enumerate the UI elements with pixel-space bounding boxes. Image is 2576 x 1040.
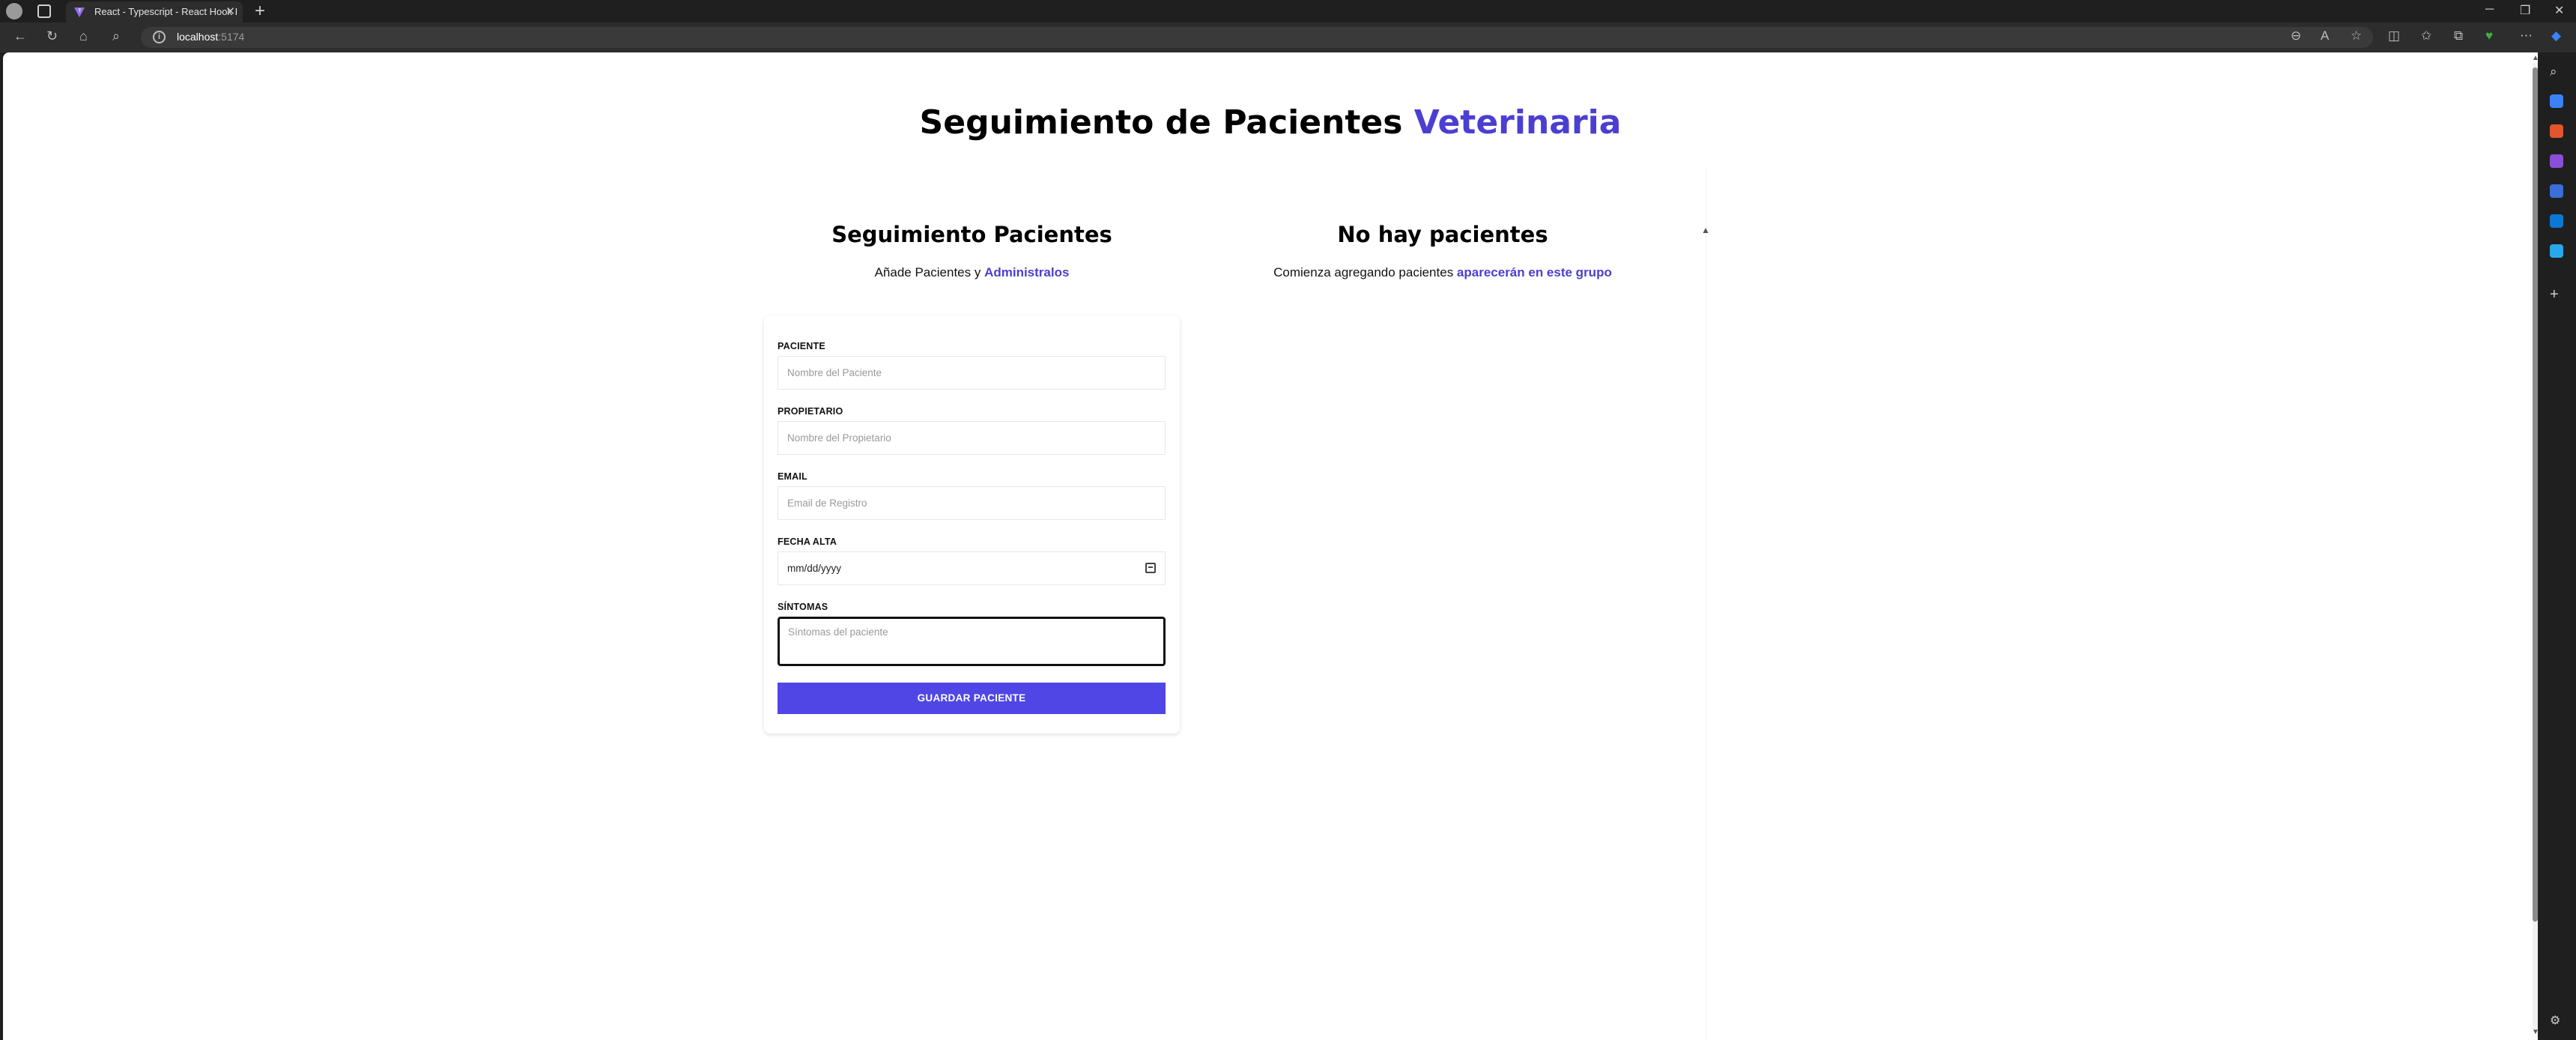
date-label: FECHA ALTA	[778, 536, 837, 547]
owner-placeholder: Nombre del Propietario	[787, 432, 891, 444]
scroll-up-icon[interactable]: ▲	[2532, 54, 2539, 62]
email-placeholder: Email de Registro	[787, 498, 867, 509]
url-text: localhost:5174	[177, 31, 244, 43]
extension-icon[interactable]: ♥	[2485, 28, 2493, 43]
address-bar[interactable]: i localhost:5174	[141, 27, 2373, 48]
back-icon[interactable]: ←	[13, 28, 27, 44]
browser-toolbar: ← ↻ ⌂ ⌕ i localhost:5174 ⊖ A ☆ ◫ ✩ ⧉ ♥ ⋯…	[0, 22, 2576, 52]
url-port: :5174	[218, 31, 245, 43]
save-patient-button[interactable]: GUARDAR PACIENTE	[778, 683, 1166, 714]
symptoms-textarea[interactable]: Síntomas del paciente	[778, 617, 1166, 666]
reload-icon[interactable]: ↻	[46, 28, 58, 44]
read-aloud-icon[interactable]: A	[2321, 28, 2329, 43]
patient-form: PACIENTE Nombre del Paciente PROPIETARIO…	[764, 315, 1180, 734]
owner-input[interactable]: Nombre del Propietario	[778, 421, 1166, 455]
home-icon[interactable]: ⌂	[79, 28, 88, 44]
browser-tab-bar: React - Typescript - React Hook I ✕ + ─ …	[0, 0, 2576, 22]
patients-subheading: Comienza agregando pacientes aparecerán …	[1180, 265, 1706, 280]
favorite-star-icon[interactable]: ☆	[2351, 28, 2362, 43]
page-title-main: Seguimiento de Pacientes	[919, 103, 1414, 142]
minimize-icon[interactable]: ─	[2485, 3, 2494, 16]
form-subheading: Añade Pacientes y Administralos	[764, 265, 1180, 280]
patient-label: PACIENTE	[778, 341, 825, 351]
sidebar-shopping-icon[interactable]	[2550, 94, 2563, 108]
form-sub-prefix: Añade Pacientes y	[874, 265, 985, 279]
browser-tab[interactable]: React - Typescript - React Hook I ✕	[66, 1, 243, 22]
symptoms-placeholder: Síntomas del paciente	[788, 626, 888, 638]
more-menu-icon[interactable]: ⋯	[2520, 28, 2533, 43]
new-tab-icon[interactable]: +	[255, 1, 265, 22]
scroll-down-icon[interactable]: ▼	[2532, 1028, 2539, 1036]
form-sub-link: Administralos	[984, 265, 1070, 279]
site-info-icon[interactable]: i	[153, 31, 166, 43]
email-input[interactable]: Email de Registro	[778, 486, 1166, 520]
sidebar-send-icon[interactable]	[2550, 244, 2563, 258]
tab-title: React - Typescript - React Hook I	[94, 6, 238, 17]
zoom-icon[interactable]: ⊖	[2291, 28, 2301, 43]
scrollbar-thumb[interactable]	[2533, 67, 2538, 922]
form-heading: Seguimiento Pacientes	[831, 222, 1112, 247]
sidebar-office-icon[interactable]	[2550, 184, 2563, 198]
profile-avatar[interactable]	[6, 3, 22, 19]
edge-sidebar: ⌕ + ⚙	[2538, 52, 2576, 1040]
page-scrollbar[interactable]	[2533, 63, 2538, 1030]
favorites-icon[interactable]: ✩	[2421, 28, 2431, 43]
page-title: Seguimiento de Pacientes Veterinaria	[3, 103, 2538, 142]
patient-input[interactable]: Nombre del Paciente	[778, 356, 1166, 390]
sidebar-settings-icon[interactable]: ⚙	[2550, 1013, 2563, 1027]
sidebar-tools-icon[interactable]	[2550, 124, 2563, 138]
url-host: localhost	[177, 31, 219, 43]
search-icon[interactable]: ⌕	[112, 28, 120, 44]
sidebar-search-icon[interactable]: ⌕	[2550, 64, 2563, 79]
sidebar-outlook-icon[interactable]	[2550, 214, 2563, 228]
page-root: Seguimiento de Pacientes Veterinaria Seg…	[3, 52, 2538, 1040]
patients-sub-link: aparecerán en este grupo	[1456, 265, 1612, 279]
owner-label: PROPIETARIO	[778, 406, 843, 417]
page-title-accent: Veterinaria	[1413, 103, 1622, 142]
sidebar-games-icon[interactable]	[2550, 154, 2563, 168]
calendar-icon[interactable]	[1145, 563, 1156, 573]
patients-column: ▲ No hay pacientes Comienza agregando pa…	[1180, 169, 1710, 1040]
form-column: Seguimiento Pacientes Añade Pacientes y …	[764, 169, 1180, 734]
date-value: mm/dd/yyyy	[787, 563, 842, 574]
patient-placeholder: Nombre del Paciente	[787, 367, 882, 378]
patients-sub-prefix: Comienza agregando pacientes	[1273, 265, 1457, 279]
sidebar-add-icon[interactable]: +	[2550, 286, 2563, 303]
split-screen-icon[interactable]: ◫	[2388, 28, 2400, 43]
restore-icon[interactable]: ❐	[2520, 3, 2530, 18]
date-input[interactable]: mm/dd/yyyy	[778, 551, 1166, 585]
vite-favicon-icon	[74, 7, 85, 17]
email-label: EMAIL	[778, 471, 807, 482]
copilot-icon[interactable]: ◆	[2551, 28, 2561, 43]
window-close-icon[interactable]: ✕	[2554, 3, 2564, 18]
patients-heading: No hay pacientes	[1337, 222, 1548, 247]
collections-icon[interactable]: ⧉	[2454, 28, 2463, 43]
tab-actions-icon[interactable]	[37, 4, 51, 18]
tab-close-icon[interactable]: ✕	[225, 1, 235, 22]
page-viewport: Seguimiento de Pacientes Veterinaria Seg…	[3, 52, 2538, 1040]
symptoms-label: SÍNTOMAS	[778, 602, 828, 612]
